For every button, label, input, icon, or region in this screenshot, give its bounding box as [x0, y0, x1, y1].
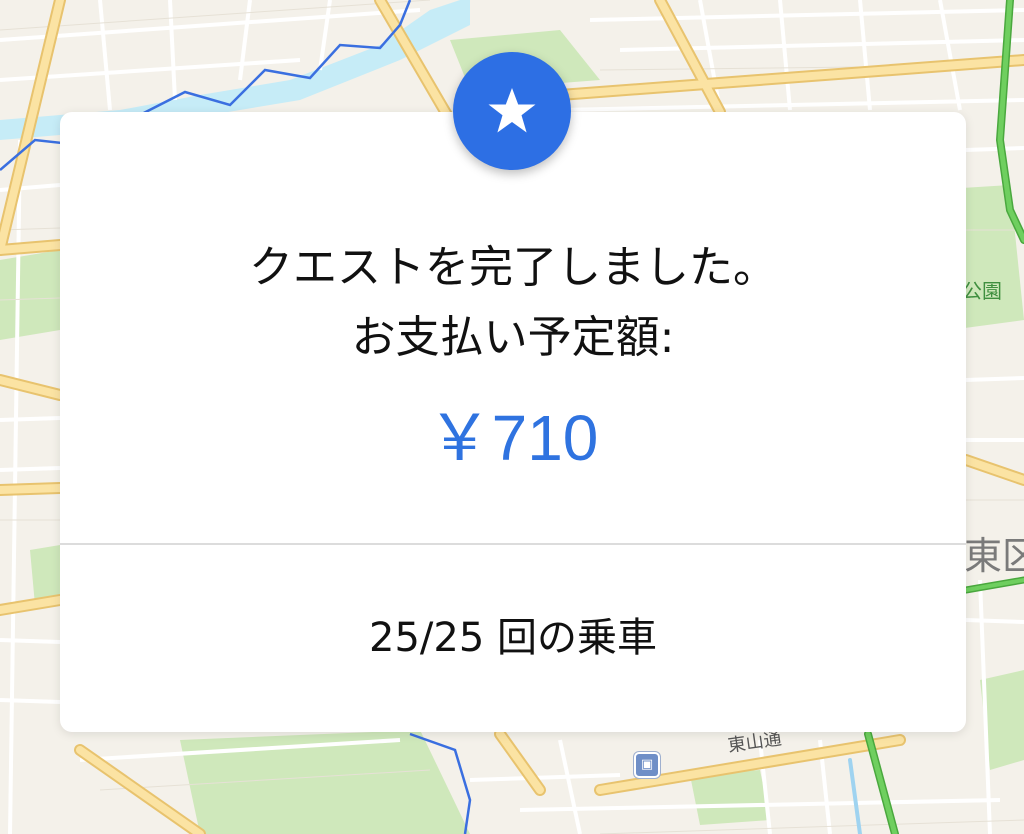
- card-divider: [60, 543, 966, 545]
- map-label-park: 公園: [962, 279, 1002, 303]
- quest-badge: [453, 52, 571, 170]
- star-icon: [488, 88, 536, 133]
- payment-amount: ￥710: [427, 402, 599, 474]
- payment-label: お支払い予定額:: [351, 312, 675, 363]
- completion-message: クエストを完了しました。: [249, 242, 777, 293]
- map-screen: 公園 東区 東山通 ▣ クエストを完了しました。 お支払い予定額: ￥710 2…: [0, 0, 1024, 834]
- map-label-district: 東区: [964, 534, 1024, 578]
- train-station-icon[interactable]: ▣: [634, 752, 660, 778]
- ride-progress: 25/25 回の乗車: [369, 615, 657, 661]
